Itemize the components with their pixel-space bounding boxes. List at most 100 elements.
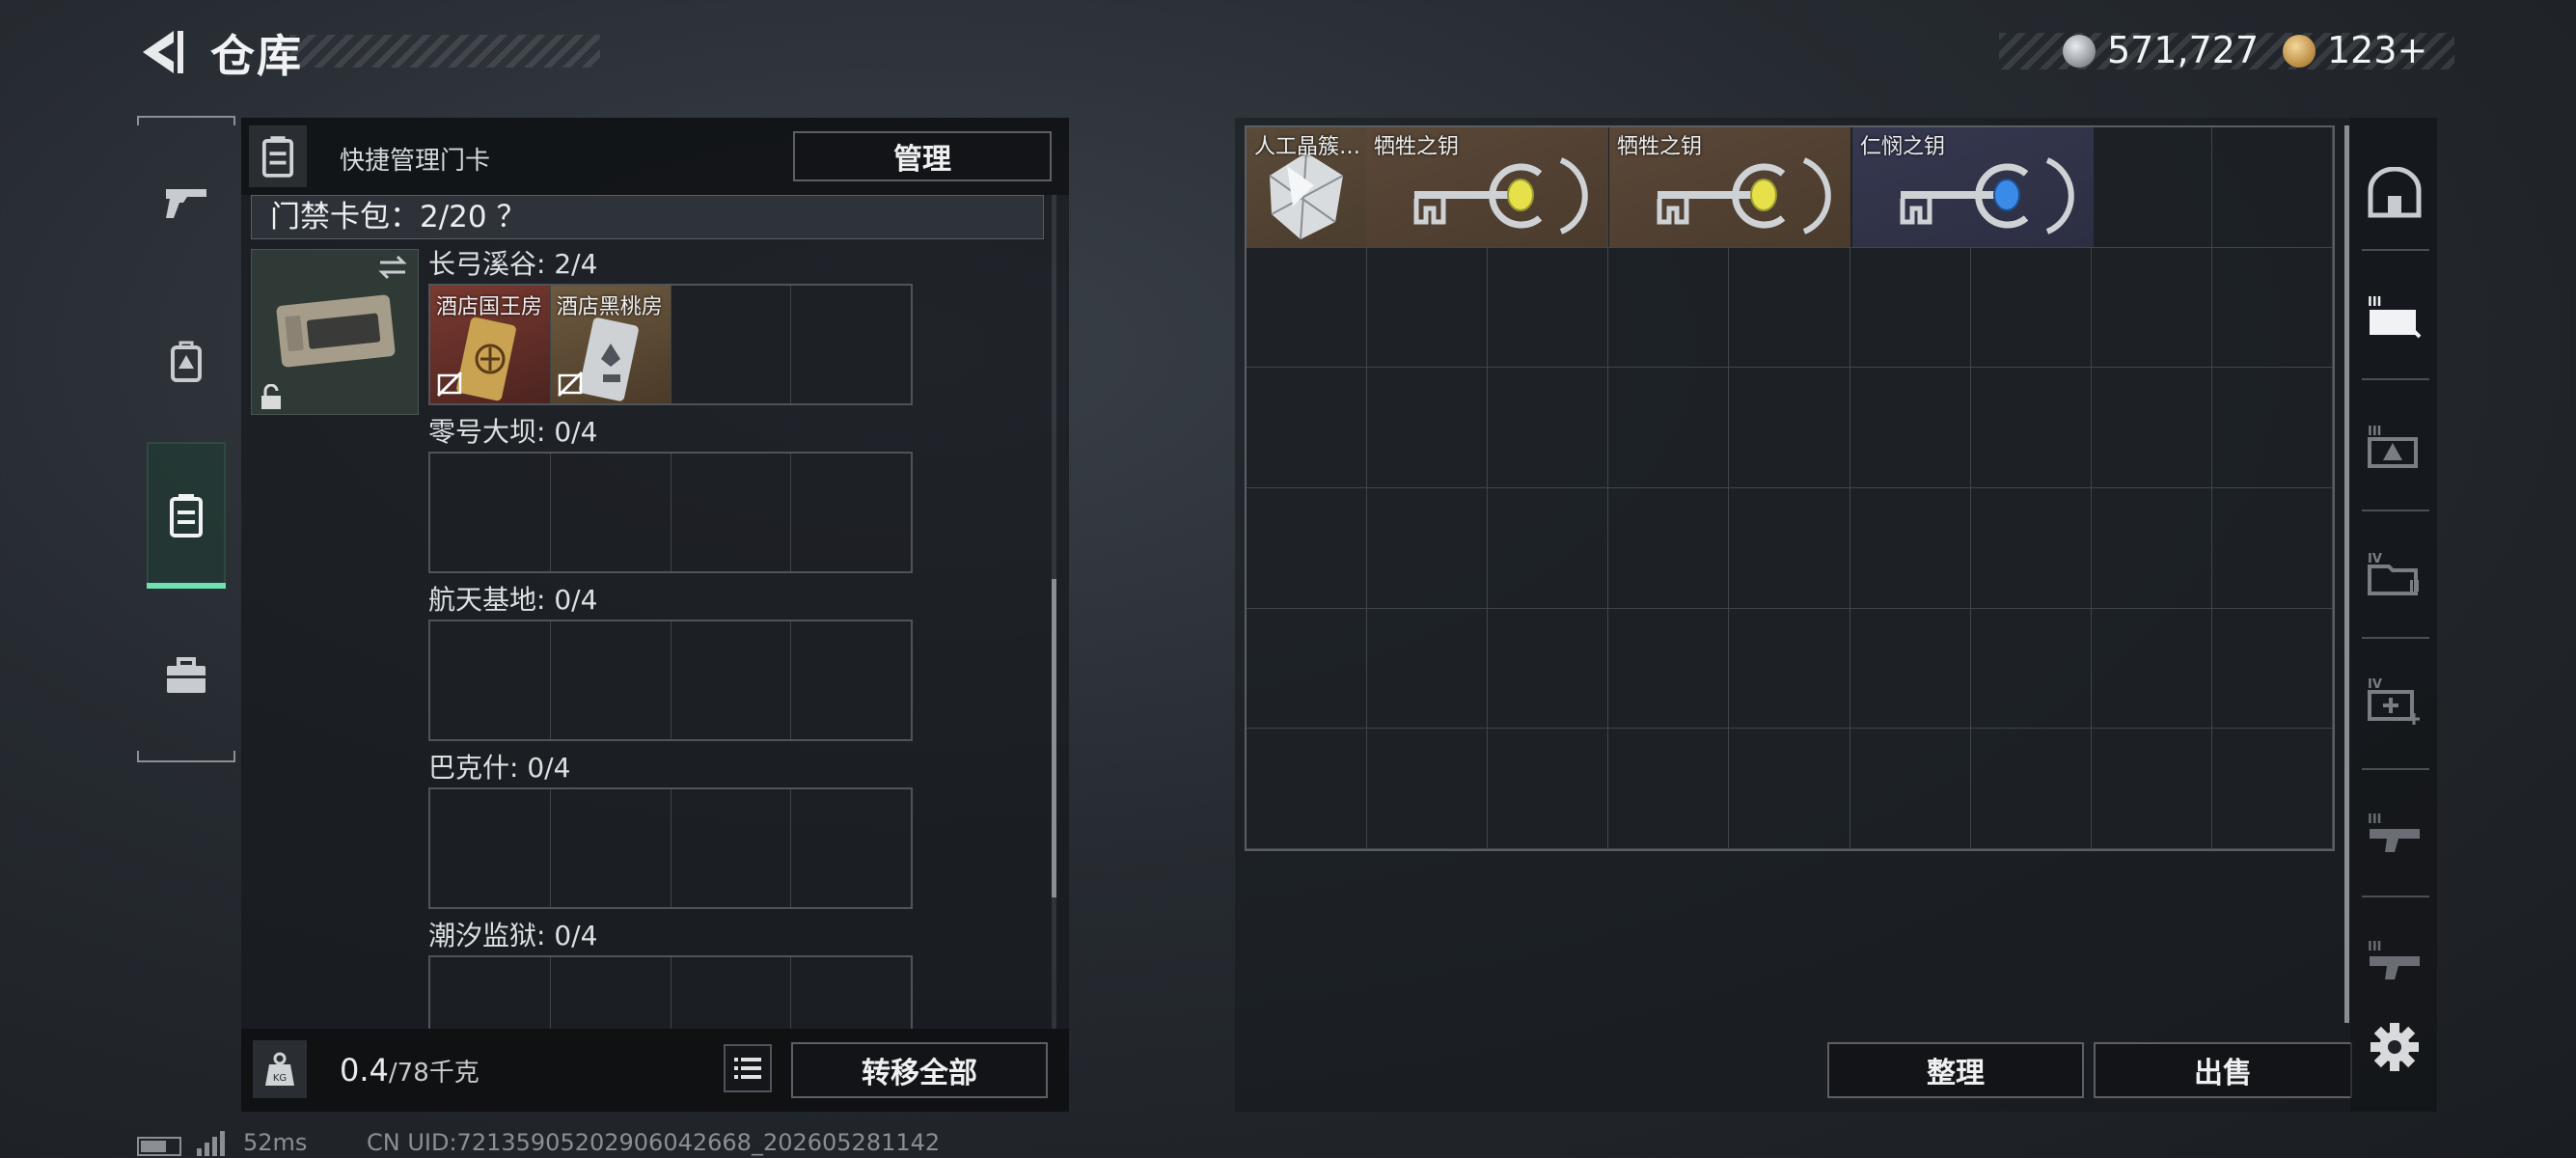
slot[interactable]: [791, 957, 911, 1029]
slot[interactable]: [671, 454, 792, 571]
grid-cell[interactable]: [1247, 368, 1368, 488]
grid-cell[interactable]: [1247, 247, 1368, 369]
grid-cell[interactable]: [1367, 368, 1489, 488]
slot[interactable]: [551, 454, 671, 571]
scrollbar[interactable]: [2344, 125, 2349, 1023]
grid-cell[interactable]: [1729, 368, 1850, 488]
grid-cell[interactable]: [2091, 608, 2212, 730]
slot[interactable]: [671, 621, 792, 739]
grid-cell[interactable]: [2091, 368, 2212, 488]
grid-cell[interactable]: [1488, 729, 1609, 849]
slot[interactable]: [791, 789, 911, 907]
storage-tab-1[interactable]: III: [2362, 284, 2427, 349]
grid-cell[interactable]: [1850, 487, 1971, 609]
nav-tab-weapons[interactable]: [147, 156, 226, 249]
grid-cell[interactable]: [1608, 487, 1730, 609]
back-button[interactable]: [135, 27, 189, 77]
slot[interactable]: [791, 621, 911, 739]
slot[interactable]: 酒店国王房: [430, 286, 551, 403]
grid-cell[interactable]: [2091, 127, 2212, 248]
nav-tab-backpack[interactable]: [147, 315, 226, 407]
storage-tab-6[interactable]: III: [2362, 928, 2427, 994]
manage-button[interactable]: 管理: [793, 131, 1052, 181]
slot[interactable]: [791, 454, 911, 571]
slot[interactable]: [551, 621, 671, 739]
grid-cell[interactable]: [1729, 608, 1850, 730]
grid-cell[interactable]: [2091, 487, 2212, 609]
section-label-dam: 零号大坝: 0/4: [428, 416, 598, 448]
storage-tab-2[interactable]: III: [2362, 413, 2427, 479]
grid-cell[interactable]: [1729, 487, 1850, 609]
grid-cell[interactable]: [1850, 608, 1971, 730]
slot[interactable]: [551, 789, 671, 907]
grid-cell[interactable]: [1247, 608, 1368, 730]
sell-button[interactable]: 出售: [2094, 1042, 2352, 1098]
grid-cell[interactable]: [1970, 368, 2092, 488]
grid-cell[interactable]: [2091, 729, 2212, 849]
grid-cell[interactable]: [1488, 608, 1609, 730]
grid-cell[interactable]: [1608, 368, 1730, 488]
weight-value: 0.4: [340, 1052, 389, 1089]
grid-cell[interactable]: [1970, 729, 2092, 849]
grid-item-sacrifice-key[interactable]: 牺牲之钥: [1366, 127, 1607, 247]
grid-cell[interactable]: [2211, 608, 2333, 730]
grid-cell[interactable]: [1608, 247, 1730, 369]
grid-cell[interactable]: [1970, 608, 2092, 730]
storage-crate-icon: III: [2368, 295, 2422, 339]
grid-cell[interactable]: [2211, 368, 2333, 488]
grid-cell[interactable]: [2211, 487, 2333, 609]
keycard-king-room[interactable]: 酒店国王房: [430, 286, 550, 403]
nav-tab-keycards[interactable]: [147, 442, 226, 589]
transfer-all-button[interactable]: 转移全部: [791, 1042, 1048, 1098]
slot[interactable]: [430, 789, 551, 907]
grid-cell[interactable]: [1247, 487, 1368, 609]
slot[interactable]: [430, 957, 551, 1029]
grid-cell[interactable]: [2211, 729, 2333, 849]
currency-primary[interactable]: 571,727: [2107, 29, 2259, 71]
grid-cell[interactable]: [1729, 247, 1850, 369]
grid-cell[interactable]: [1850, 729, 1971, 849]
grid-item-sacrifice-key[interactable]: 牺牲之钥: [1609, 127, 1850, 247]
grid-cell[interactable]: [1488, 247, 1609, 369]
grid-cell[interactable]: [1488, 368, 1609, 488]
keycard-spade-room[interactable]: 酒店黑桃房: [550, 286, 671, 403]
cardpack-capacity[interactable]: 门禁卡包：2/20 ？: [270, 195, 526, 239]
slot[interactable]: [671, 957, 792, 1029]
grid-cell[interactable]: [1247, 729, 1368, 849]
slot[interactable]: [551, 957, 671, 1029]
storage-tab-4[interactable]: IV: [2362, 668, 2427, 733]
settings-button[interactable]: [2369, 1021, 2421, 1073]
storage-tab-3[interactable]: IV: [2362, 540, 2427, 606]
storage-tab-safe[interactable]: [2362, 160, 2427, 226]
grid-cell[interactable]: [1367, 487, 1489, 609]
slot[interactable]: 酒店黑桃房: [550, 286, 671, 403]
grid-item-mercy-key[interactable]: 仁悯之钥: [1852, 127, 2094, 247]
grid-cell[interactable]: [2211, 127, 2333, 248]
nav-tab-toolbox[interactable]: [147, 629, 226, 722]
grid-cell[interactable]: [1850, 247, 1971, 369]
grid-cell[interactable]: [1608, 608, 1730, 730]
slot[interactable]: [671, 286, 792, 403]
grid-cell[interactable]: [1970, 247, 2092, 369]
grid-cell[interactable]: [1367, 608, 1489, 730]
grid-cell[interactable]: [1729, 729, 1850, 849]
grid-cell[interactable]: [1608, 729, 1730, 849]
grid-cell[interactable]: [1970, 487, 2092, 609]
grid-cell[interactable]: [1367, 729, 1489, 849]
grid-cell[interactable]: [2091, 247, 2212, 369]
slot[interactable]: [430, 621, 551, 739]
slot[interactable]: [430, 454, 551, 571]
grid-cell[interactable]: [1850, 368, 1971, 488]
scrollbar[interactable]: [1052, 579, 1056, 897]
list-view-button[interactable]: [724, 1044, 772, 1092]
sort-button[interactable]: 整理: [1827, 1042, 2084, 1098]
grid-cell[interactable]: [1488, 487, 1609, 609]
slot[interactable]: [671, 789, 792, 907]
storage-tab-5[interactable]: III: [2362, 801, 2427, 867]
currency-secondary[interactable]: 123+: [2327, 29, 2427, 71]
swap-icon[interactable]: [376, 253, 409, 282]
grid-item-crystal[interactable]: 人工晶簇…: [1247, 127, 1366, 247]
slot[interactable]: [791, 286, 911, 403]
grid-cell[interactable]: [1367, 247, 1489, 369]
grid-cell[interactable]: [2211, 247, 2333, 369]
